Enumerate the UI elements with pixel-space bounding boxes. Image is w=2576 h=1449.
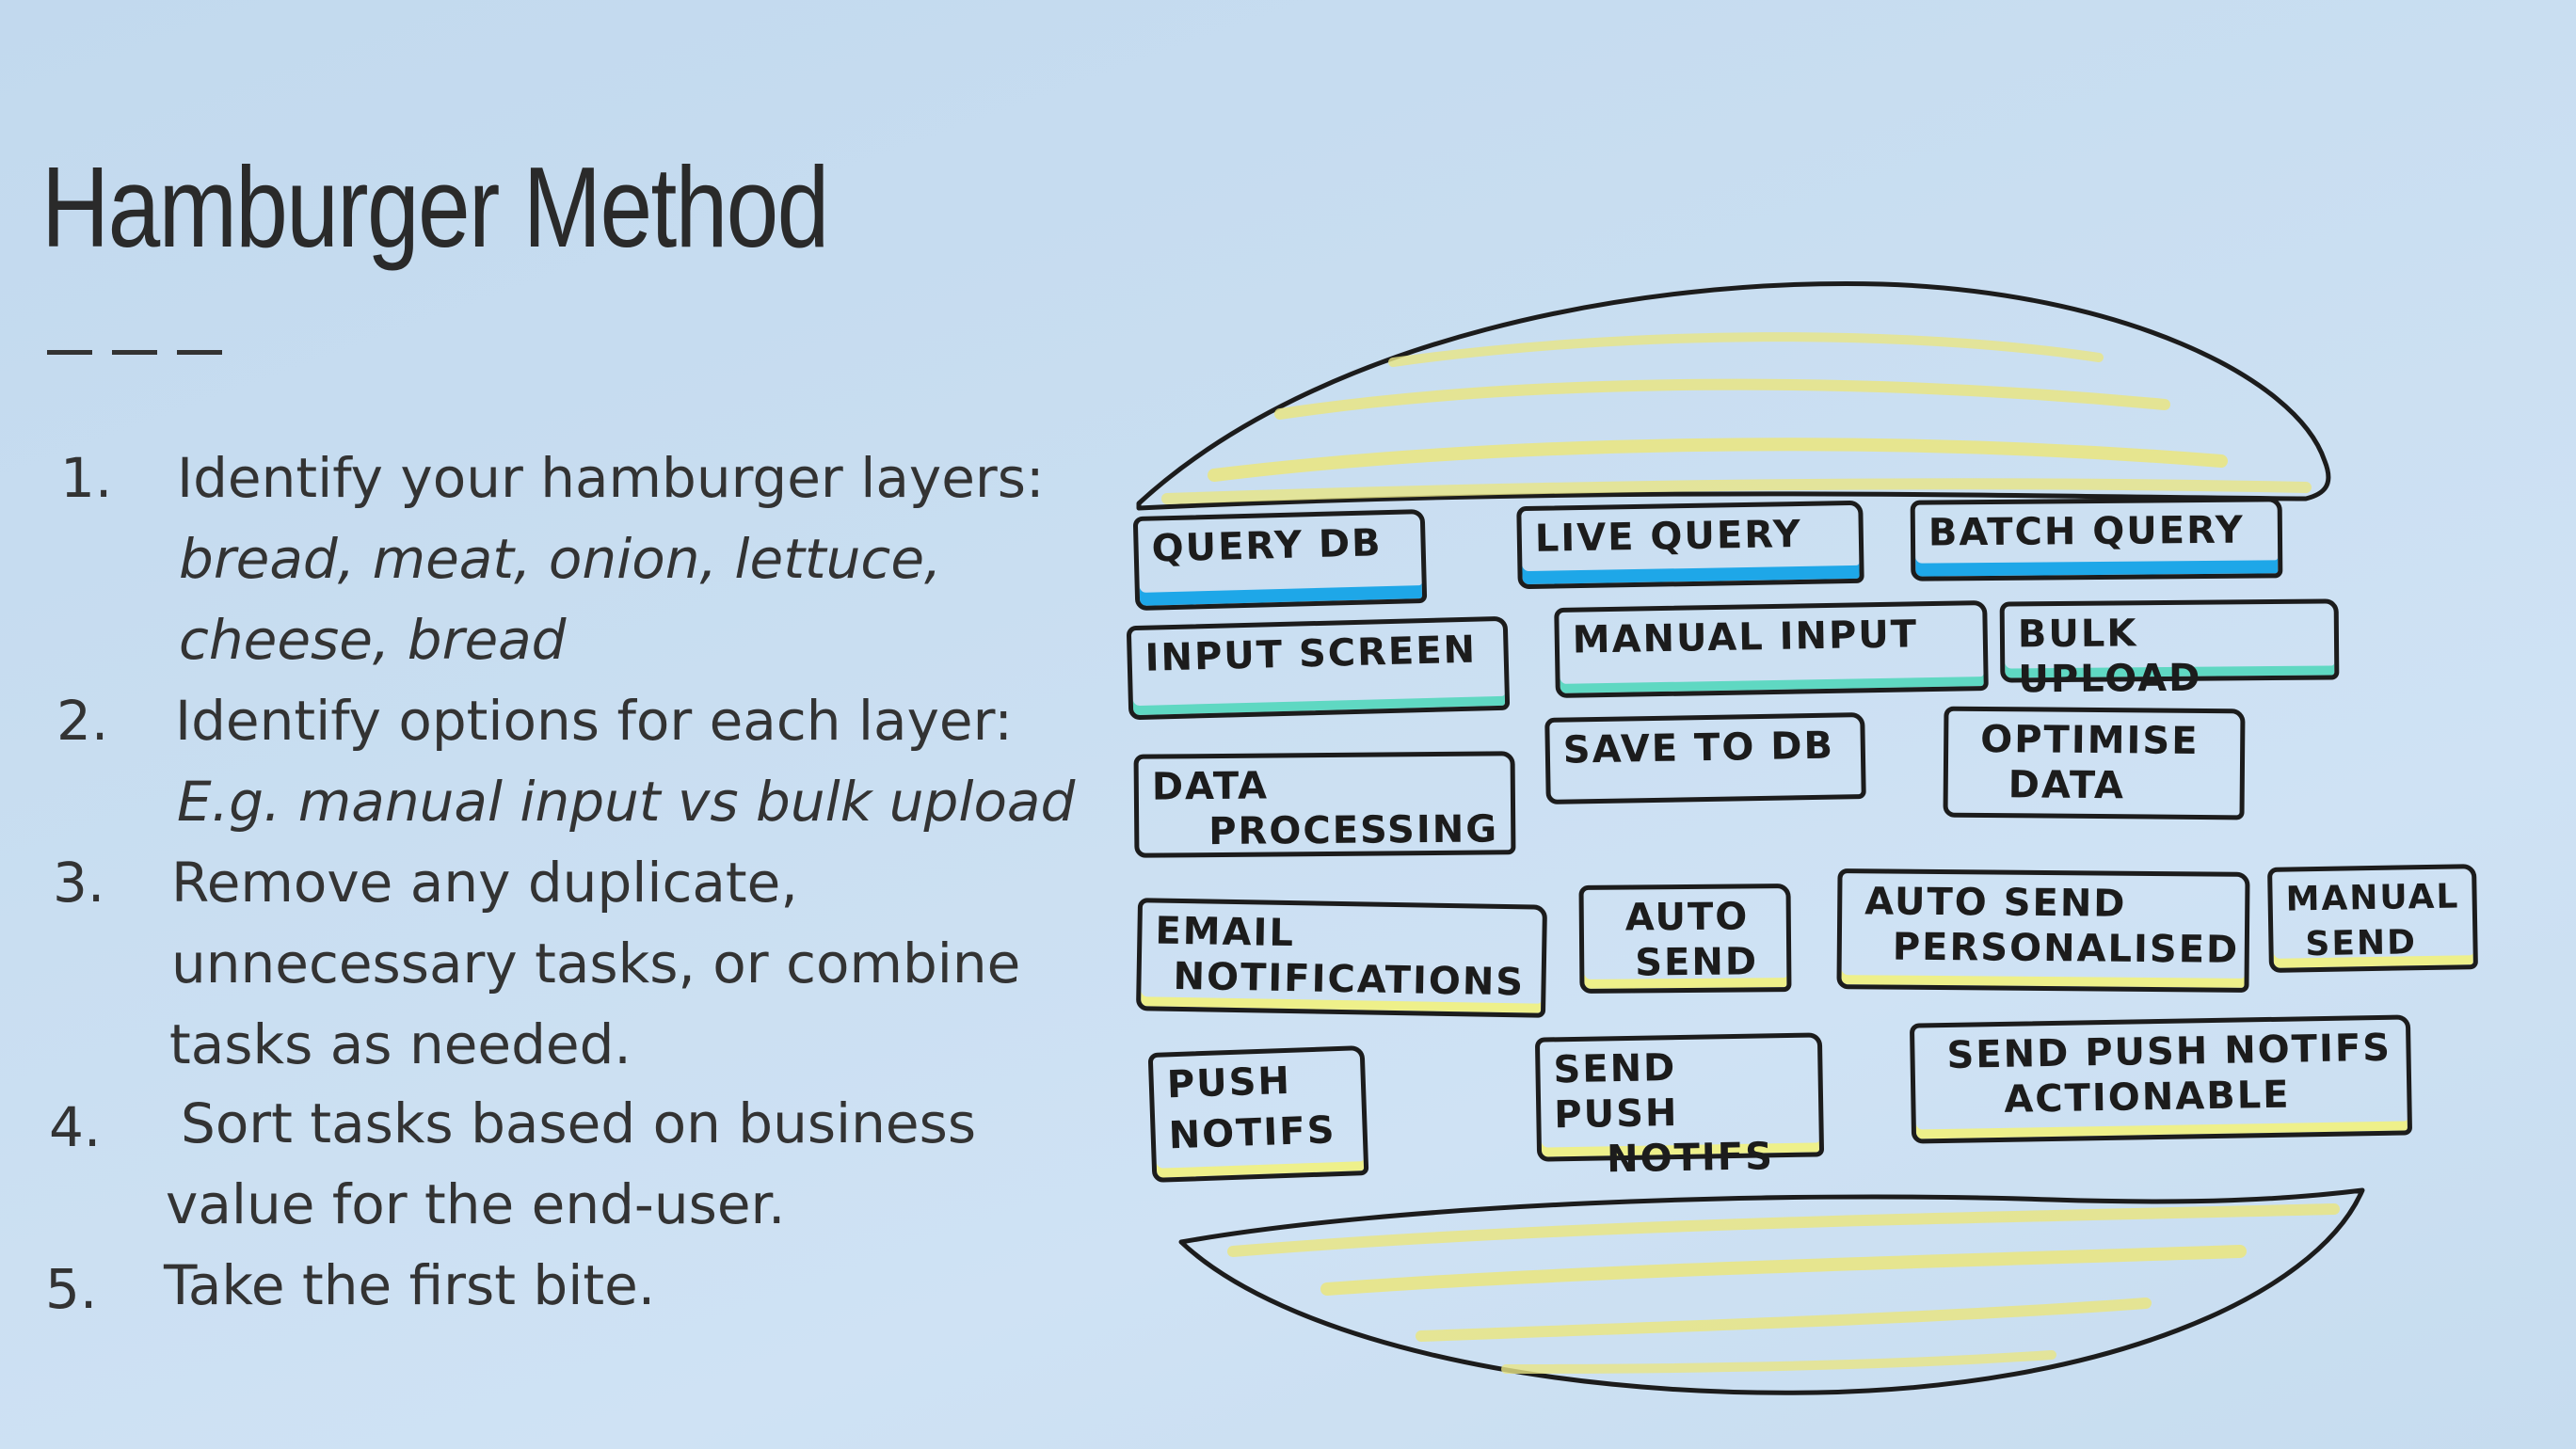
task-card-email-notifications: EMAIL NOTIFICATIONS bbox=[1135, 898, 1548, 1018]
step-text: unnecessary tasks, or combine bbox=[171, 932, 1021, 995]
step-text: Identify your hamburger layers: bbox=[177, 446, 1045, 510]
task-card-live-query: LIVE QUERY bbox=[1516, 500, 1864, 590]
step-text: Sort tasks based on business bbox=[181, 1091, 977, 1155]
task-card-label: SEND bbox=[1635, 940, 1759, 985]
task-card-batch-query: BATCH QUERY bbox=[1910, 497, 2283, 581]
task-card-optimise-data: OPTIMISE DATA bbox=[1943, 706, 2246, 820]
step-number: 2. bbox=[56, 689, 109, 753]
task-card-label: SEND PUSH NOTIFS bbox=[1946, 1026, 2392, 1077]
title-underline-dashes bbox=[47, 350, 222, 355]
task-card-data-processing: DATA PROCESSING bbox=[1133, 751, 1516, 858]
task-card-label: SEND PUSH bbox=[1553, 1046, 1679, 1138]
step-text: Remove any duplicate, bbox=[171, 851, 798, 915]
task-card-label: ACTIONABLE bbox=[2003, 1073, 2291, 1122]
step-example-text: cheese, bread bbox=[179, 608, 567, 672]
task-card-send-push-notifs: SEND PUSH NOTIFS bbox=[1534, 1032, 1825, 1181]
step-number: 3. bbox=[53, 851, 105, 915]
step-example-text: bread, meat, onion, lettuce, bbox=[179, 527, 942, 591]
task-card-label: QUERY DB bbox=[1151, 521, 1384, 571]
task-card-label: MANUAL bbox=[2285, 877, 2460, 919]
task-card-label: EMAIL bbox=[1155, 909, 1296, 956]
step-number: 4. bbox=[49, 1095, 102, 1159]
step-text: tasks as needed. bbox=[169, 1012, 632, 1076]
task-card-auto-send-personalised: AUTO SEND PERSONALISED bbox=[1836, 868, 2250, 993]
task-card-label: PROCESSING bbox=[1208, 807, 1499, 854]
task-card-push-notifs: PUSH NOTIFS bbox=[1147, 1045, 1369, 1183]
task-card-label: NOTIFS bbox=[1167, 1108, 1337, 1158]
task-card-label: LIVE QUERY bbox=[1534, 512, 1803, 561]
step-example-text: E.g. manual input vs bulk upload bbox=[177, 770, 1076, 834]
step-text: Take the first bite. bbox=[164, 1253, 656, 1317]
task-card-label: INPUT SCREEN bbox=[1144, 628, 1478, 680]
task-card-label: AUTO bbox=[1624, 895, 1750, 940]
task-card-label: NOTIFICATIONS bbox=[1173, 954, 1526, 1005]
task-card-auto-send: AUTO SEND bbox=[1578, 884, 1792, 994]
top-bun bbox=[1136, 281, 2331, 511]
step-text: Identify options for each layer: bbox=[175, 689, 1013, 753]
task-card-bulk-upload: BULK UPLOAD bbox=[1999, 598, 2340, 701]
task-card-save-to-db: SAVE TO DB bbox=[1544, 712, 1866, 804]
task-card-label: NOTIFS bbox=[1606, 1135, 1775, 1182]
task-card-label: SAVE TO DB bbox=[1562, 724, 1835, 772]
task-card-label: DATA bbox=[1151, 764, 1270, 809]
task-card-label: PUSH bbox=[1166, 1059, 1292, 1107]
task-card-label: BULK UPLOAD bbox=[2017, 612, 2202, 702]
task-card-label: AUTO SEND bbox=[1864, 880, 2127, 926]
task-card-label: DATA bbox=[2008, 763, 2126, 808]
bottom-bun bbox=[1178, 1187, 2365, 1395]
task-card-label: BATCH QUERY bbox=[1928, 508, 2245, 555]
step-text: value for the end-user. bbox=[166, 1172, 786, 1236]
task-card-manual-send: MANUAL SEND bbox=[2267, 864, 2478, 973]
step-number: 1. bbox=[60, 446, 113, 510]
task-card-label: SEND bbox=[2305, 923, 2418, 964]
task-card-label: OPTIMISE bbox=[1980, 717, 2200, 763]
task-card-label: PERSONALISED bbox=[1892, 925, 2240, 972]
task-card-query-db: QUERY DB bbox=[1132, 508, 1428, 612]
task-card-send-push-notifs-actionable: SEND PUSH NOTIFS ACTIONABLE bbox=[1909, 1014, 2413, 1144]
task-card-label: MANUAL INPUT bbox=[1572, 613, 1919, 662]
task-card-input-screen: INPUT SCREEN bbox=[1126, 615, 1511, 721]
step-number: 5. bbox=[45, 1257, 98, 1321]
task-card-manual-input: MANUAL INPUT bbox=[1554, 599, 1989, 699]
slide-title: Hamburger Method bbox=[41, 143, 829, 271]
